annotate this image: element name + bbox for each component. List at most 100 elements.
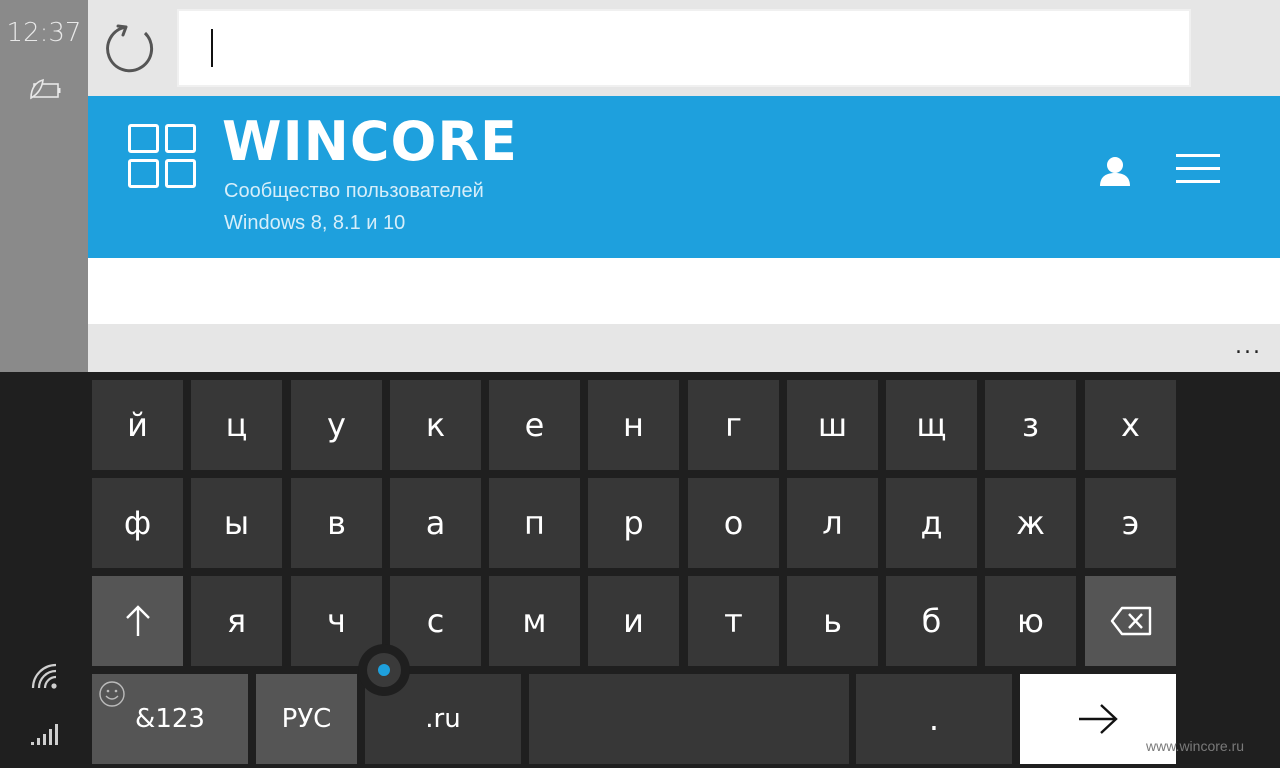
key-э[interactable]: э bbox=[1085, 478, 1176, 568]
key-label: с bbox=[426, 602, 445, 640]
key-ж[interactable]: ж bbox=[985, 478, 1076, 568]
site-header: WINCORE Сообщество пользователей Windows… bbox=[88, 96, 1280, 258]
battery-saver-icon bbox=[30, 78, 61, 100]
key-з[interactable]: з bbox=[985, 380, 1076, 470]
key-щ[interactable]: щ bbox=[886, 380, 977, 470]
key-р[interactable]: р bbox=[588, 478, 679, 568]
key-label: щ bbox=[916, 406, 947, 444]
key-label: э bbox=[1121, 504, 1140, 542]
key-а[interactable]: а bbox=[390, 478, 481, 568]
key-н[interactable]: н bbox=[588, 380, 679, 470]
key-label: л bbox=[822, 504, 843, 542]
key-ю[interactable]: ю bbox=[985, 576, 1076, 666]
watermark: www.wincore.ru bbox=[1146, 738, 1245, 754]
emoji-icon[interactable] bbox=[98, 680, 126, 708]
user-icon[interactable] bbox=[1098, 154, 1132, 188]
backspace-key[interactable] bbox=[1085, 576, 1176, 666]
key-м[interactable]: м bbox=[489, 576, 580, 666]
key-б[interactable]: б bbox=[886, 576, 977, 666]
browser-top-bar bbox=[88, 0, 1280, 96]
key-й[interactable]: й bbox=[92, 380, 183, 470]
key-label: н bbox=[623, 406, 644, 444]
site-subtitle-line2: Windows 8, 8.1 и 10 bbox=[224, 212, 406, 234]
browser-app-bar: ... bbox=[88, 324, 1280, 372]
key-label: м bbox=[522, 602, 547, 640]
key-е[interactable]: е bbox=[489, 380, 580, 470]
refresh-icon[interactable] bbox=[106, 22, 158, 74]
logo-grid-icon[interactable] bbox=[128, 124, 198, 190]
domain-key-label: .ru bbox=[425, 704, 461, 734]
key-х[interactable]: х bbox=[1085, 380, 1176, 470]
symbols-key-label: &123 bbox=[135, 704, 205, 734]
key-label: ы bbox=[223, 504, 250, 542]
key-label: й bbox=[127, 406, 148, 444]
site-subtitle-line1: Сообщество пользователей bbox=[224, 180, 484, 202]
language-key-label: РУС bbox=[281, 704, 332, 734]
wifi-icon bbox=[31, 663, 57, 689]
shift-key[interactable] bbox=[92, 576, 183, 666]
key-ш[interactable]: ш bbox=[787, 380, 878, 470]
key-label: ш bbox=[817, 406, 848, 444]
cursor-control-knob[interactable] bbox=[358, 644, 410, 696]
arrow-right-icon bbox=[1079, 704, 1118, 734]
key-label: ц bbox=[225, 406, 248, 444]
key-ц[interactable]: ц bbox=[191, 380, 282, 470]
key-label: д bbox=[920, 504, 943, 542]
status-rail: 12:37 bbox=[0, 0, 88, 768]
clock: 12:37 bbox=[6, 18, 82, 48]
key-к[interactable]: к bbox=[390, 380, 481, 470]
key-ы[interactable]: ы bbox=[191, 478, 282, 568]
text-caret bbox=[211, 29, 213, 67]
key-label: и bbox=[623, 602, 644, 640]
key-label: в bbox=[327, 504, 346, 542]
period-key-label: . bbox=[928, 700, 940, 738]
key-label: з bbox=[1021, 406, 1039, 444]
space-key[interactable] bbox=[529, 674, 849, 764]
key-label: т bbox=[724, 602, 743, 640]
key-п[interactable]: п bbox=[489, 478, 580, 568]
key-label: к bbox=[425, 406, 446, 444]
key-и[interactable]: и bbox=[588, 576, 679, 666]
backspace-icon bbox=[1110, 606, 1151, 636]
key-label: у bbox=[327, 406, 346, 444]
key-в[interactable]: в bbox=[291, 478, 382, 568]
period-key[interactable]: . bbox=[856, 674, 1012, 764]
key-т[interactable]: т bbox=[688, 576, 779, 666]
key-д[interactable]: д bbox=[886, 478, 977, 568]
key-label: г bbox=[725, 406, 742, 444]
address-bar-input[interactable] bbox=[177, 9, 1191, 87]
signal-icon bbox=[31, 724, 58, 745]
key-я[interactable]: я bbox=[191, 576, 282, 666]
symbols-key[interactable]: &123 bbox=[92, 674, 248, 764]
key-label: б bbox=[921, 602, 942, 640]
hamburger-menu-icon[interactable] bbox=[1176, 154, 1220, 184]
touch-keyboard: й ц у к е н г ш щ з х ф ы в а п р о л д … bbox=[88, 372, 1280, 768]
status-rail-top bbox=[0, 0, 88, 372]
status-rail-bottom bbox=[0, 372, 88, 768]
key-о[interactable]: о bbox=[688, 478, 779, 568]
page-content-area bbox=[88, 258, 1280, 324]
key-у[interactable]: у bbox=[291, 380, 382, 470]
key-ф[interactable]: ф bbox=[92, 478, 183, 568]
key-г[interactable]: г bbox=[688, 380, 779, 470]
key-label: п bbox=[524, 504, 545, 542]
key-label: ю bbox=[1017, 602, 1044, 640]
key-label: а bbox=[425, 504, 446, 542]
key-label: ф bbox=[123, 504, 152, 542]
key-ь[interactable]: ь bbox=[787, 576, 878, 666]
key-label: ж bbox=[1016, 504, 1045, 542]
more-options-button[interactable]: ... bbox=[1235, 334, 1262, 359]
key-label: ь bbox=[823, 602, 842, 640]
language-key[interactable]: РУС bbox=[256, 674, 357, 764]
site-title[interactable]: WINCORE bbox=[222, 110, 518, 173]
cursor-control-inner bbox=[367, 653, 401, 687]
key-label: о bbox=[723, 504, 744, 542]
key-л[interactable]: л bbox=[787, 478, 878, 568]
key-label: р bbox=[623, 504, 644, 542]
cursor-control-dot bbox=[378, 664, 390, 676]
shift-arrow-icon bbox=[125, 605, 150, 636]
key-label: е bbox=[524, 406, 545, 444]
key-label: х bbox=[1121, 406, 1140, 444]
key-label: я bbox=[226, 602, 247, 640]
key-label: ч bbox=[327, 602, 346, 640]
